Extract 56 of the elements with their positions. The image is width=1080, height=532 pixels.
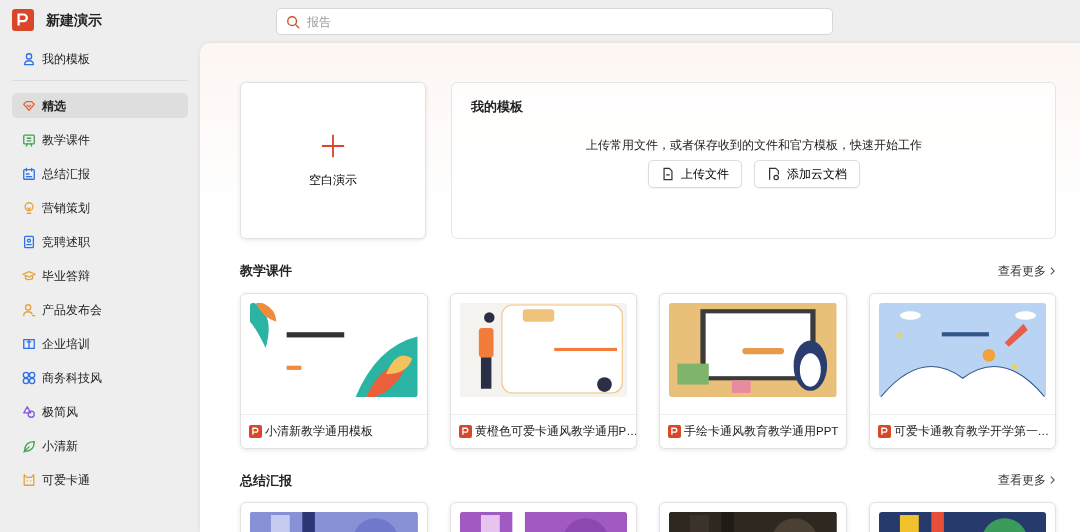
presentation-file-icon [458,424,472,438]
id-card-icon [22,234,36,249]
description-text: 上传常用文件，或者保存收到的文件和官方模板，快速开始工作 [585,136,922,154]
knot-icon [22,370,36,385]
gem-icon [22,98,36,113]
search-icon [286,14,300,29]
shapes-icon [22,404,36,419]
template-title: 手绘卡通风教育教学通用PPT [684,423,839,439]
sidebar-item[interactable]: 我的模板 [12,46,188,71]
plus-icon [320,132,346,159]
sidebar-item[interactable]: 小清新 [12,433,188,458]
leaf-icon [22,438,36,453]
sidebar-item[interactable]: 精选 [12,93,188,118]
see-more-link[interactable]: 查看更多 [998,471,1056,490]
section-title: 教学课件 [240,262,292,280]
sidebar-item[interactable]: 竞聘述职 [12,229,188,254]
sidebar-item[interactable]: 可爱卡通 [12,467,188,492]
sidebar-item[interactable]: 总结汇报 [12,161,188,186]
app-title: 新建演示 [46,10,102,30]
cat-icon [22,472,36,487]
document-icon [660,166,675,181]
sidebar-item[interactable]: 毕业答辩 [12,263,188,288]
calendar-icon [22,166,36,181]
add-cloud-document-button[interactable]: 添加云文档 [753,159,860,188]
template-card[interactable]: 可爱卡通教育教学开学第一… [868,292,1056,449]
template-card[interactable]: 黄橙色可爱卡通风教学通用P… [449,292,637,449]
presentation-file-icon [249,424,262,438]
person-icon [22,302,36,317]
app-logo-icon [12,9,34,31]
template-card[interactable]: 小清新教学通用模板 [240,292,428,449]
sidebar-item[interactable]: 极简风 [12,399,188,424]
sidebar-item[interactable]: 企业培训 [12,331,188,356]
template-title: 黄橙色可爱卡通风教学通用P… [474,423,636,439]
chevron-right-icon [1049,265,1056,276]
template-card[interactable]: 手绘卡通风教育教学通用PPT [659,292,847,449]
chevron-right-icon [1049,475,1056,486]
presentation-file-icon [668,424,681,438]
upload-button[interactable]: 上传文件 [647,159,742,188]
sidebar-item[interactable]: 教学课件 [12,127,188,152]
sidebar-item[interactable]: 营销策划 [12,195,188,220]
board-icon [22,132,36,147]
presentation-file-icon [877,424,891,438]
book-icon [22,336,36,351]
template-title: 小清新教学通用模板 [265,423,373,439]
cloud-document-icon [766,166,781,181]
person-icon [22,51,36,66]
graduation-cap-icon [22,268,36,283]
sidebar-item[interactable]: 产品发布会 [12,297,188,322]
template-title: 可爱卡通教育教学开学第一… [893,423,1049,439]
blank-presentation-card[interactable]: 空白演示 [240,82,426,239]
see-more-link[interactable]: 查看更多 [998,261,1056,280]
section-title: 总结汇报 [240,471,292,490]
search-field[interactable]: 报告 [276,8,833,35]
panel-title: 我的模板 [471,98,524,116]
lightbulb-icon [22,200,36,215]
sidebar-item[interactable]: 商务科技风 [12,365,188,390]
